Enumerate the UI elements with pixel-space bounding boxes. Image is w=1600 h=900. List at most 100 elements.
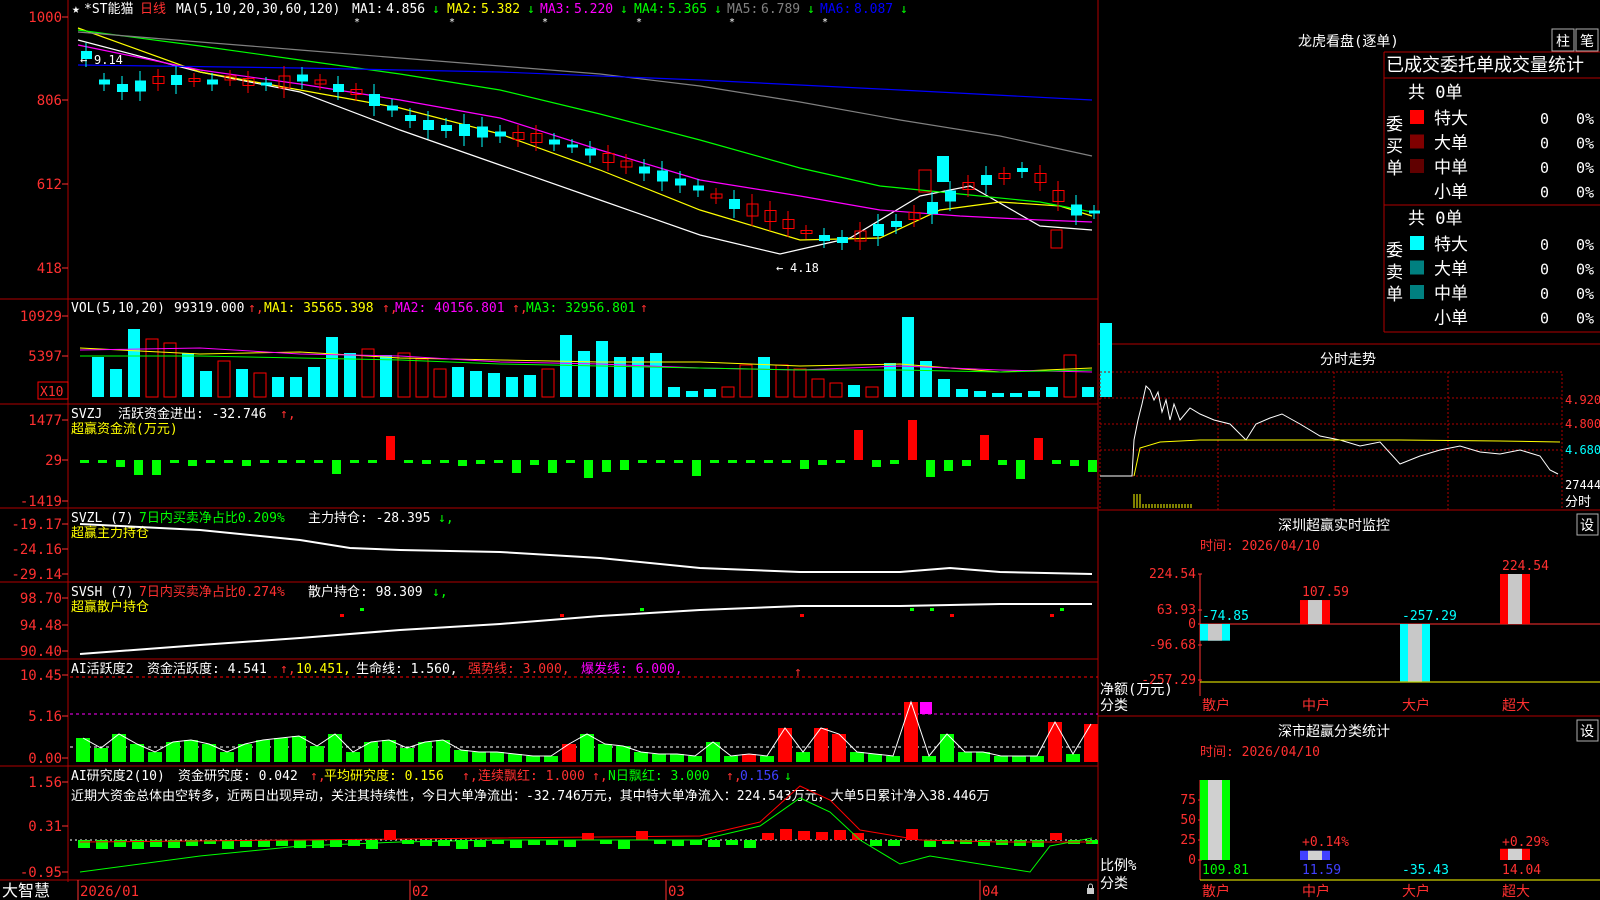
- tick-mode-button[interactable]: 笔: [1575, 28, 1599, 52]
- candle-body: [639, 166, 650, 174]
- volume-bar: [308, 367, 320, 397]
- classify-title: 深市超赢分类统计: [1278, 723, 1390, 740]
- svsh-header: SVSH (7) 7日内买卖净占比0.274% 散户持仓: 98.309 ↓, …: [71, 584, 448, 615]
- candle-body: [117, 84, 128, 92]
- ai-label: AI活跃度2: [71, 661, 133, 677]
- activity-bar: [1048, 722, 1062, 762]
- activity-bar: [94, 748, 108, 762]
- svzj-bar: [1088, 460, 1097, 472]
- sell-row-pct: 0%: [1576, 236, 1594, 254]
- y-tick-label: 29: [45, 453, 62, 469]
- research-bar: [240, 840, 252, 847]
- retail-holding-mark: [1060, 608, 1064, 611]
- main-y-axis: 1000 806 612 418: [28, 10, 68, 277]
- realtime-bar-highlight: [1508, 574, 1522, 624]
- retail-holding-mark: [930, 608, 934, 611]
- svzj-bar: [80, 460, 89, 463]
- vol-value: 99319.000: [174, 301, 244, 316]
- activity-bar: [490, 752, 504, 762]
- svzj-sub: 超赢资金流(万元): [71, 421, 178, 437]
- research-bar: [780, 829, 792, 840]
- activity-bar: [688, 756, 702, 762]
- candle-body: [729, 199, 740, 209]
- realtime-xlabel: 分类: [1100, 698, 1128, 714]
- buy-row-pct: 0%: [1576, 110, 1594, 128]
- buy-row-name: 大单: [1434, 134, 1468, 154]
- candle-body: [171, 75, 182, 85]
- realtime-bar-label: 107.59: [1302, 585, 1349, 600]
- classify-category: 散户: [1202, 883, 1230, 900]
- activity-bar: [958, 752, 972, 762]
- activity-bar: [1030, 756, 1044, 762]
- svzj-bar: [872, 460, 881, 467]
- x-tick-label: 03: [668, 884, 685, 900]
- ma2-value: 5.382: [481, 2, 520, 17]
- svzj-bar: [980, 435, 989, 460]
- ma-legend: MA1: 4.856 ↓*MA2: 5.382 ↓*MA3: 5.220 ↓*MA4: 5.3…: [352, 2, 908, 28]
- period-label[interactable]: 日线: [140, 2, 166, 17]
- realtime-settings-button[interactable]: 设: [1576, 513, 1599, 536]
- buy-row-vol: 0: [1540, 110, 1549, 128]
- svzj-bar: [764, 460, 773, 463]
- research-bar: [672, 840, 684, 846]
- candle-body: [918, 169, 932, 193]
- classify-pct: +0.14%: [1302, 835, 1349, 850]
- ai2-text1: 资金研究度: 0.042: [178, 768, 298, 784]
- svsh-y-axis: 98.70 94.48 90.40: [20, 591, 68, 660]
- activity-bar: [382, 740, 396, 762]
- ma-star-icon: *: [822, 17, 828, 28]
- svzj-bar: [476, 460, 485, 464]
- research-bar: [744, 840, 756, 848]
- research-bar: [798, 831, 810, 840]
- svzj-bar: [800, 460, 809, 469]
- intraday-avg-line: [1133, 439, 1561, 477]
- y-tick-label: 10929: [20, 309, 62, 325]
- activity-bar: [256, 740, 270, 762]
- intraday-y-label: 4.920: [1565, 393, 1600, 407]
- svzj-bar: [134, 460, 143, 475]
- activity-bar: [526, 756, 540, 762]
- volume-bar: [865, 386, 879, 398]
- volume-bar: [811, 378, 825, 398]
- volume-bar: [524, 375, 536, 397]
- y-tick-label: 10.45: [20, 668, 62, 684]
- sell-swatch: [1410, 285, 1424, 299]
- svzj-bar: [728, 460, 737, 463]
- classify-settings-button[interactable]: 设: [1576, 719, 1599, 742]
- volume-bar: [163, 342, 177, 398]
- volume-bar: [1082, 387, 1094, 397]
- activity-bar: [778, 728, 792, 762]
- candle-body: [1071, 204, 1082, 216]
- volume-bar: [829, 382, 843, 398]
- bar-mode-button[interactable]: 柱: [1551, 28, 1575, 52]
- buy-row-pct: 0%: [1576, 184, 1594, 202]
- ma-star-icon: *: [354, 17, 360, 28]
- lock-icon[interactable]: [1087, 883, 1094, 894]
- candle-body: [333, 84, 344, 92]
- svzj-bar: [854, 430, 863, 460]
- svzj-bar: [890, 460, 899, 464]
- volume-bar: [1063, 354, 1077, 398]
- ma5-value: 6.789: [761, 2, 800, 17]
- y-tick-label: 806: [37, 93, 62, 109]
- ma6-arrow: ↓: [900, 2, 908, 17]
- activity-bar: [472, 752, 486, 762]
- candle-body: [405, 115, 416, 121]
- stock-name[interactable]: *ST能猫: [84, 2, 133, 17]
- research-bar: [1032, 840, 1044, 847]
- volume-bar: [614, 357, 626, 397]
- candle-body: [819, 235, 830, 241]
- retail-holding-line: [79, 603, 1092, 655]
- research-bar: [114, 840, 126, 847]
- up-arrow-marker: ↑: [794, 665, 802, 680]
- activity-bar: [868, 754, 882, 762]
- ai2-label: AI研究度2(10): [71, 768, 165, 784]
- ma1-arrow: ↓: [432, 2, 440, 17]
- buy-swatch: [1410, 159, 1424, 173]
- activity-bar: [310, 746, 324, 762]
- activity-bar: [184, 740, 198, 762]
- low-price-label: 4.18: [790, 261, 819, 275]
- candle-body: [495, 131, 506, 137]
- classify-y-label: 75: [1180, 793, 1196, 808]
- y-tick-label: 94.48: [20, 618, 62, 634]
